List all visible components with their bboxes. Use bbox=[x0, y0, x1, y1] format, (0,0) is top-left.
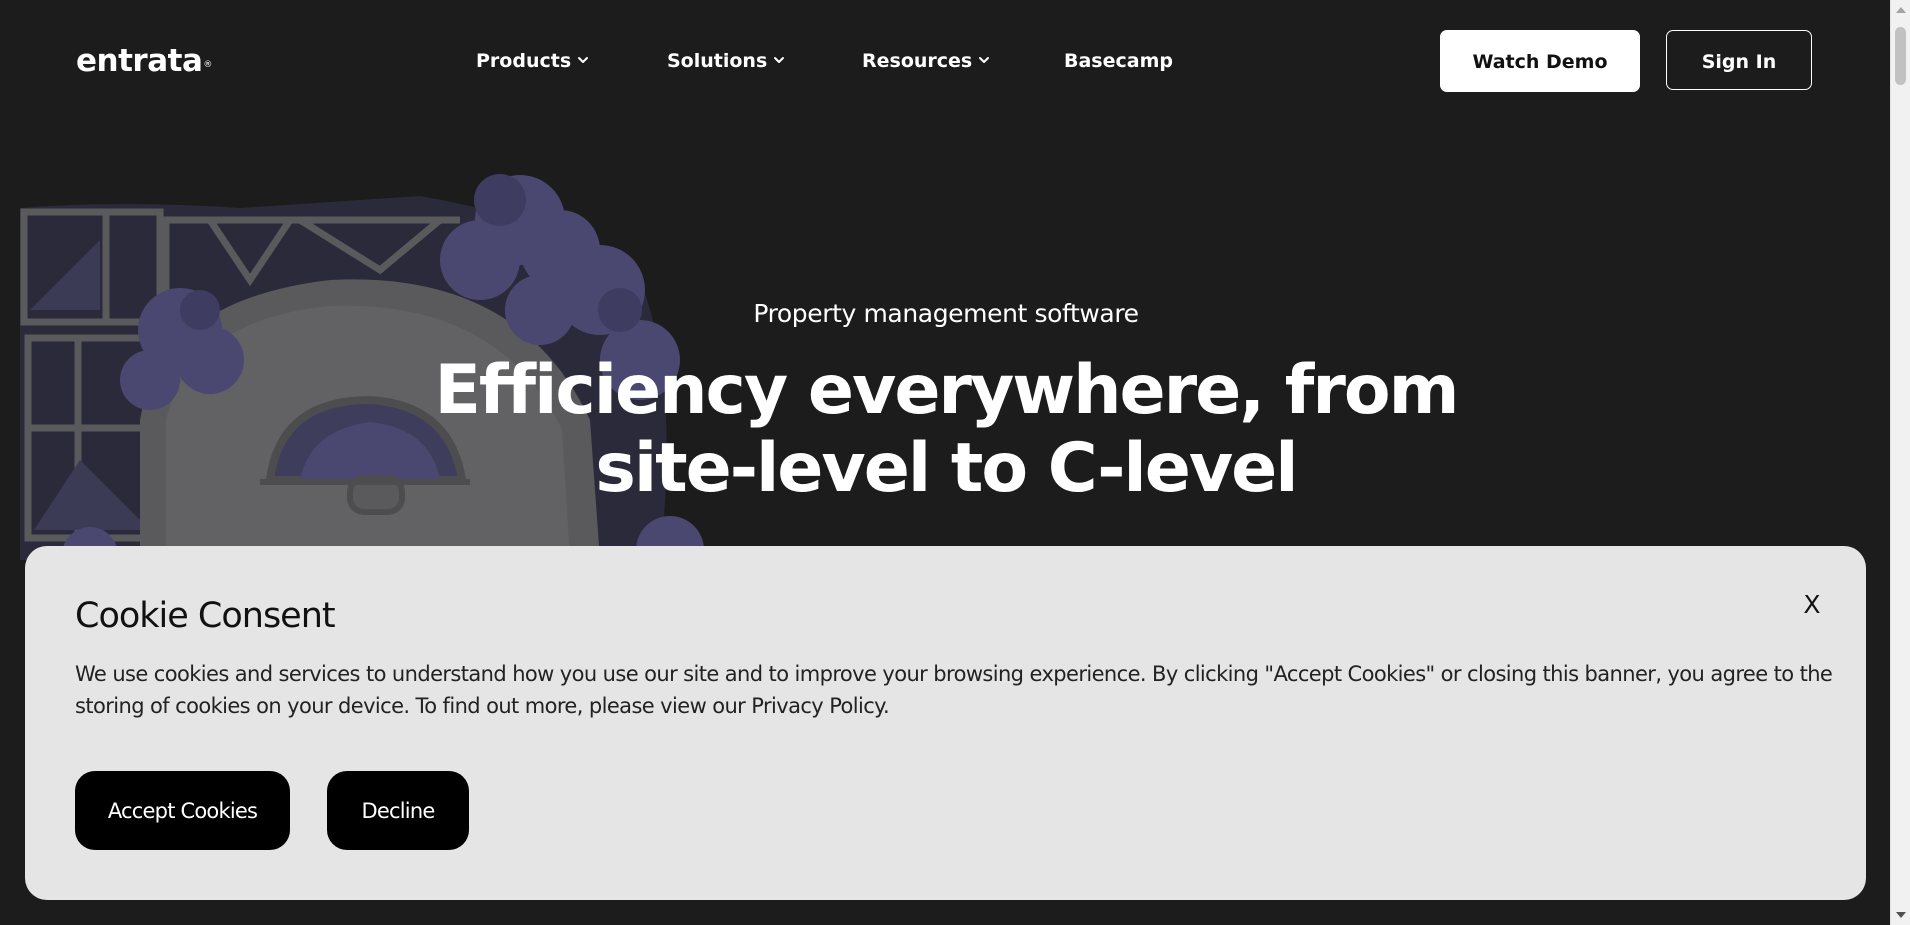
page-scrollbar[interactable] bbox=[1890, 0, 1910, 925]
chevron-down-icon bbox=[774, 56, 785, 63]
chevron-down-icon bbox=[979, 56, 990, 63]
nav-item-products[interactable]: Products bbox=[476, 48, 589, 74]
accept-cookies-button[interactable]: Accept Cookies bbox=[75, 771, 290, 850]
nav-item-basecamp[interactable]: Basecamp bbox=[1064, 48, 1173, 74]
registered-mark: ® bbox=[203, 60, 212, 70]
page: entrata® Products Solutions Resources Ba… bbox=[0, 0, 1910, 925]
nav-item-resources[interactable]: Resources bbox=[862, 48, 990, 74]
nav-item-label: Resources bbox=[862, 50, 973, 72]
sign-in-button[interactable]: Sign In bbox=[1666, 30, 1812, 90]
entrata-logo[interactable]: entrata® bbox=[76, 44, 212, 78]
scroll-down-icon[interactable] bbox=[1896, 912, 1906, 918]
scroll-up-icon[interactable] bbox=[1896, 7, 1906, 13]
close-icon[interactable]: X bbox=[1797, 590, 1827, 620]
nav-item-label: Basecamp bbox=[1064, 50, 1173, 72]
scroll-thumb[interactable] bbox=[1895, 27, 1906, 85]
cookie-description: We use cookies and services to understan… bbox=[75, 662, 1833, 718]
watch-demo-button[interactable]: Watch Demo bbox=[1440, 30, 1640, 92]
cookie-consent-banner: Cookie Consent X We use cookies and serv… bbox=[25, 546, 1866, 900]
logo-text: entrata bbox=[76, 43, 203, 79]
hero-title: Efficiency everywhere, from site-level t… bbox=[434, 351, 1459, 508]
decline-button[interactable]: Decline bbox=[327, 771, 469, 850]
nav-item-label: Products bbox=[476, 50, 572, 72]
nav-item-label: Solutions bbox=[667, 50, 768, 72]
cookie-title: Cookie Consent bbox=[75, 596, 336, 636]
nav-item-solutions[interactable]: Solutions bbox=[667, 48, 785, 74]
hero-eyebrow: Property management software bbox=[753, 299, 1139, 328]
chevron-down-icon bbox=[578, 56, 589, 63]
